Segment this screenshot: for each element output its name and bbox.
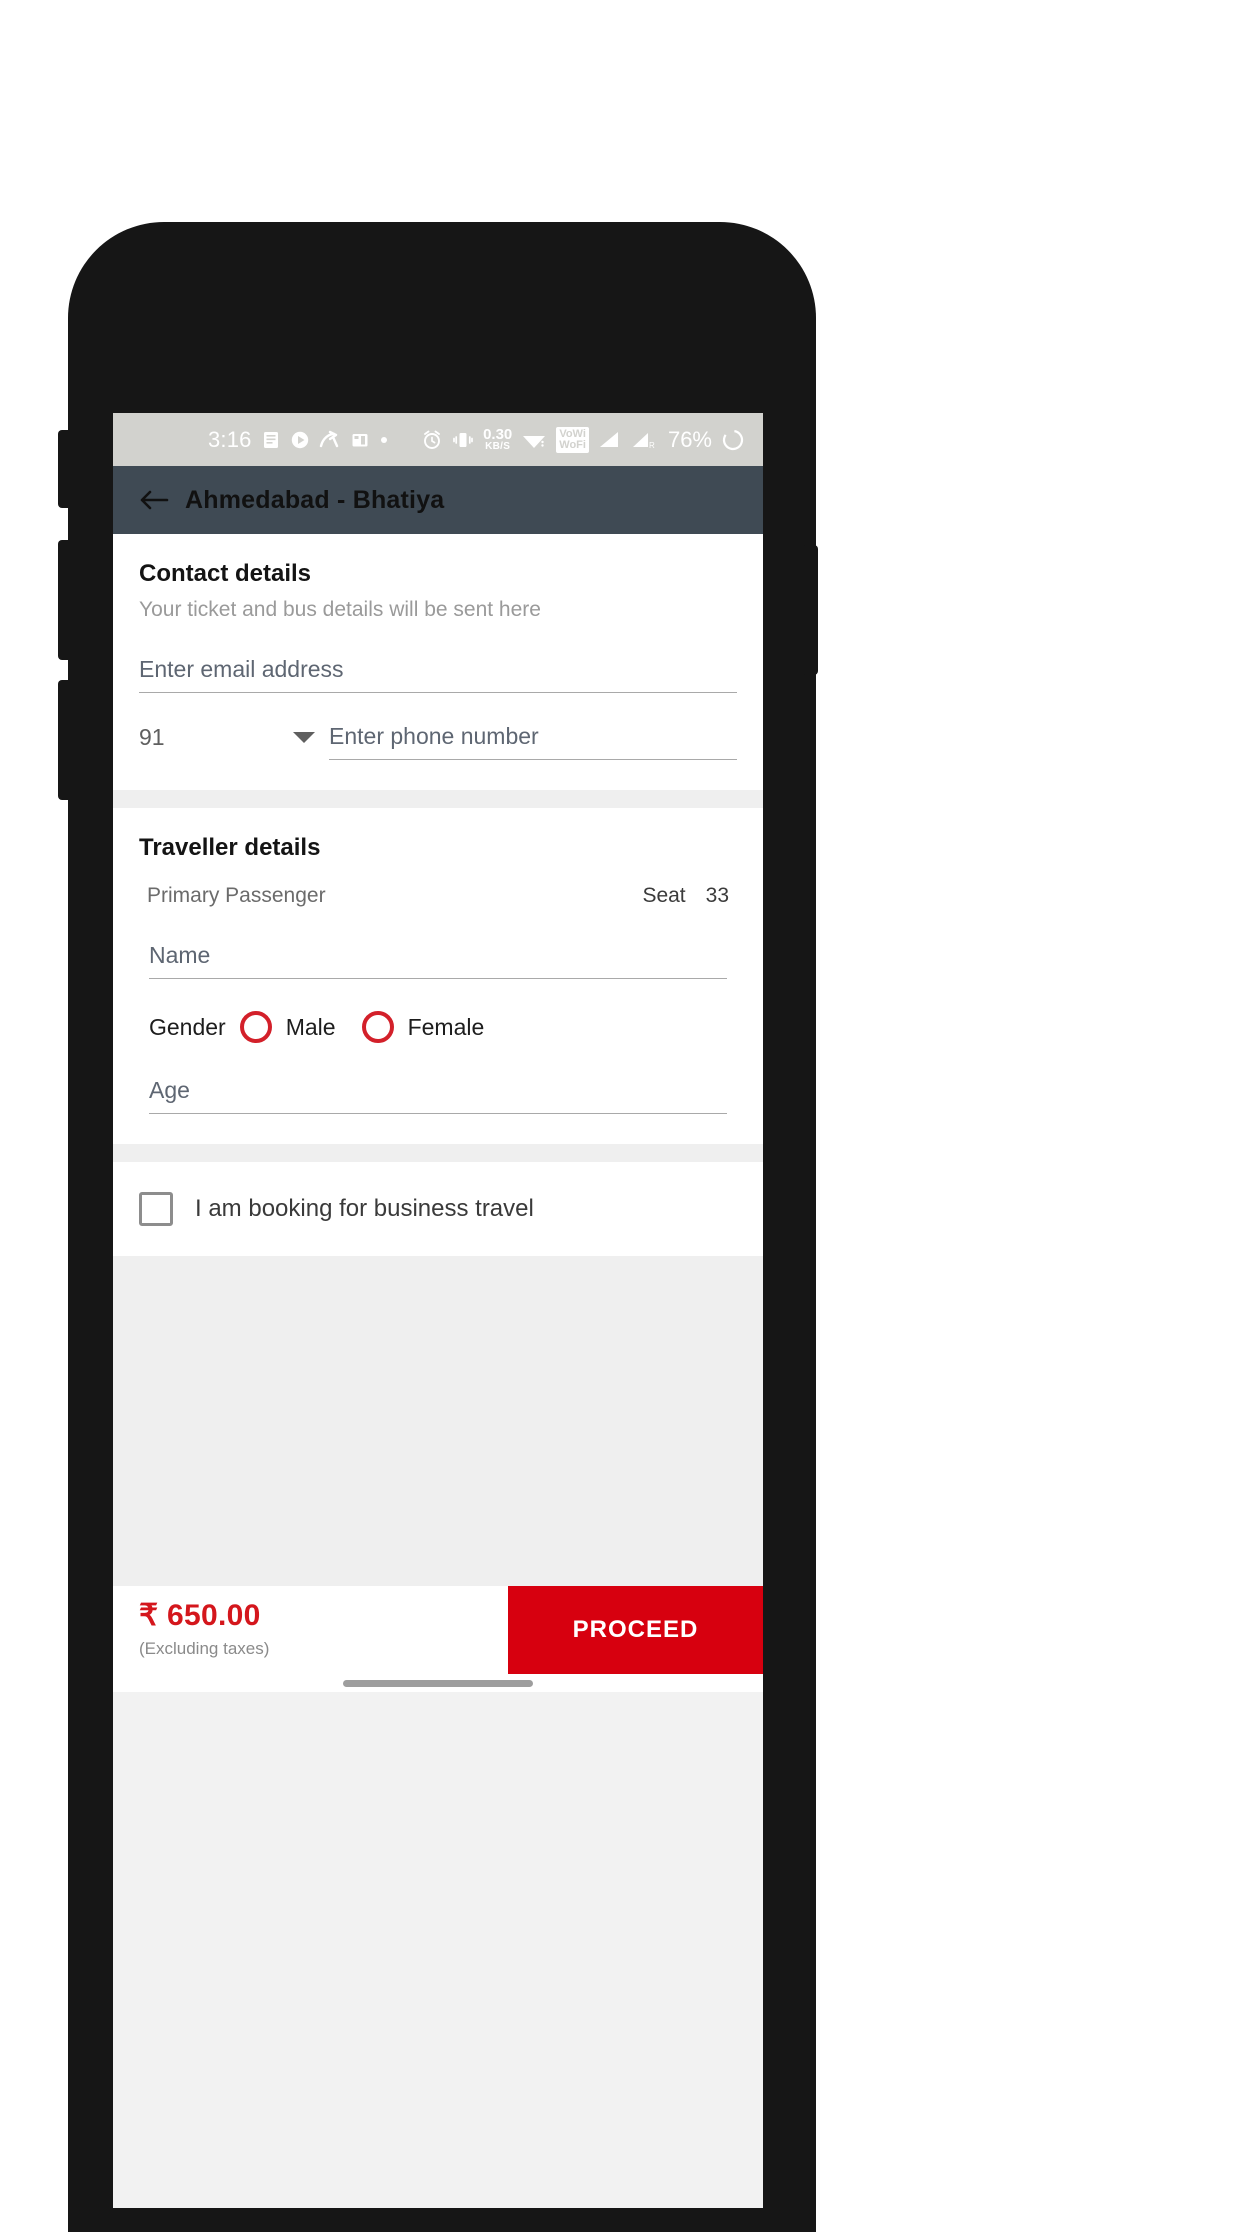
contact-details-subtitle: Your ticket and bus details will be sent…	[139, 598, 541, 621]
passenger-label: Primary Passenger	[147, 884, 326, 907]
dot-icon	[380, 436, 387, 443]
contact-details-card: Contact details Your ticket and bus deta…	[113, 534, 763, 790]
alarm-icon	[424, 430, 441, 449]
phone-row: 91 Enter phone number	[139, 723, 737, 760]
country-code-select[interactable]: 91	[139, 724, 329, 760]
play-circle-icon	[291, 431, 308, 448]
signal-bars-icon	[599, 431, 618, 447]
email-placeholder: Enter email address	[139, 656, 344, 682]
signal-bars-roaming-icon: R	[632, 432, 655, 450]
bottom-action-bar: ₹ 650.00 (Excluding taxes) PROCEED	[113, 1586, 763, 1674]
chevron-down-icon	[293, 732, 315, 743]
traveller-details-card: Traveller details Primary Passenger Seat…	[113, 808, 763, 1144]
status-bar-left: 3:16	[208, 427, 389, 453]
svg-text:R: R	[649, 441, 655, 450]
age-placeholder: Age	[149, 1077, 190, 1103]
screenshot-icon	[352, 433, 368, 446]
traveller-details-heading: Traveller details	[139, 834, 321, 861]
business-travel-row[interactable]: I am booking for business travel	[113, 1162, 763, 1256]
proceed-button-label: PROCEED	[572, 1616, 699, 1643]
power-button[interactable]	[802, 545, 818, 675]
status-bar-right: 0.30 KB/S VoWi WoFi R 76%	[421, 426, 745, 453]
phone-screen: 3:16 0.30 KB/S VoWi WoFi R 76% Ahmedabad…	[113, 413, 763, 2208]
gender-label: Gender	[149, 1013, 226, 1040]
country-code-value: 91	[139, 724, 165, 750]
battery-circle-icon	[722, 429, 744, 450]
passenger-header-row: Primary Passenger Seat 33	[139, 884, 737, 908]
total-price: ₹ 650.00	[139, 1599, 261, 1632]
seat-info: Seat 33	[642, 884, 729, 908]
gender-radio-male[interactable]	[239, 1011, 272, 1043]
phone-placeholder: Enter phone number	[329, 723, 539, 749]
vowifi-line-1: VoWi	[559, 427, 586, 440]
proceed-button[interactable]: PROCEED	[508, 1586, 763, 1674]
gender-option-female-label: Female	[407, 1013, 485, 1040]
page-title: Ahmedabad - Bhatiya	[185, 485, 445, 514]
notes-icon	[263, 431, 278, 448]
seat-number: 33	[705, 884, 729, 907]
business-travel-checkbox[interactable]	[139, 1192, 173, 1226]
contact-details-heading: Contact details	[139, 560, 312, 587]
network-speed-value: 0.30	[483, 426, 513, 443]
gender-option-male-label: Male	[285, 1013, 336, 1040]
back-arrow-icon[interactable]	[139, 487, 169, 513]
price-block: ₹ 650.00 (Excluding taxes)	[113, 1586, 269, 1674]
passenger-fields: Name Gender Male Female Age	[139, 942, 737, 1114]
app-bar: Ahmedabad - Bhatiya	[113, 466, 763, 534]
status-bar: 3:16 0.30 KB/S VoWi WoFi R 76%	[113, 413, 763, 466]
wifi-icon	[523, 435, 546, 448]
battery-percent: 76%	[667, 426, 712, 452]
section-divider	[113, 790, 763, 808]
passenger-name-field[interactable]: Name	[149, 942, 727, 979]
network-speed-unit: KB/S	[485, 441, 511, 452]
gender-radio-female[interactable]	[361, 1011, 394, 1043]
email-field[interactable]: Enter email address	[139, 656, 737, 693]
status-time: 3:16	[208, 426, 252, 452]
mute-switch-button[interactable]	[58, 430, 72, 508]
gender-row: Gender Male Female	[149, 1011, 727, 1043]
passenger-age-field[interactable]: Age	[149, 1077, 727, 1114]
vowifi-line-2: WoFi	[559, 438, 586, 451]
vibrate-icon	[453, 432, 473, 447]
share-arrow-icon	[319, 430, 338, 447]
name-placeholder: Name	[149, 942, 211, 968]
network-speed-indicator: 0.30 KB/S	[483, 427, 512, 452]
business-travel-label: I am booking for business travel	[195, 1195, 534, 1222]
phone-number-field[interactable]: Enter phone number	[329, 723, 737, 760]
home-indicator-bar[interactable]	[343, 1679, 533, 1687]
price-note: (Excluding taxes)	[139, 1639, 270, 1658]
vowifi-icon: VoWi WoFi	[556, 426, 589, 453]
content-empty-area	[113, 1256, 763, 1586]
home-indicator-area	[113, 1674, 763, 1692]
volume-up-button[interactable]	[58, 540, 72, 660]
volume-down-button[interactable]	[58, 680, 72, 800]
seat-label: Seat	[642, 884, 686, 907]
section-divider-2	[113, 1144, 763, 1162]
